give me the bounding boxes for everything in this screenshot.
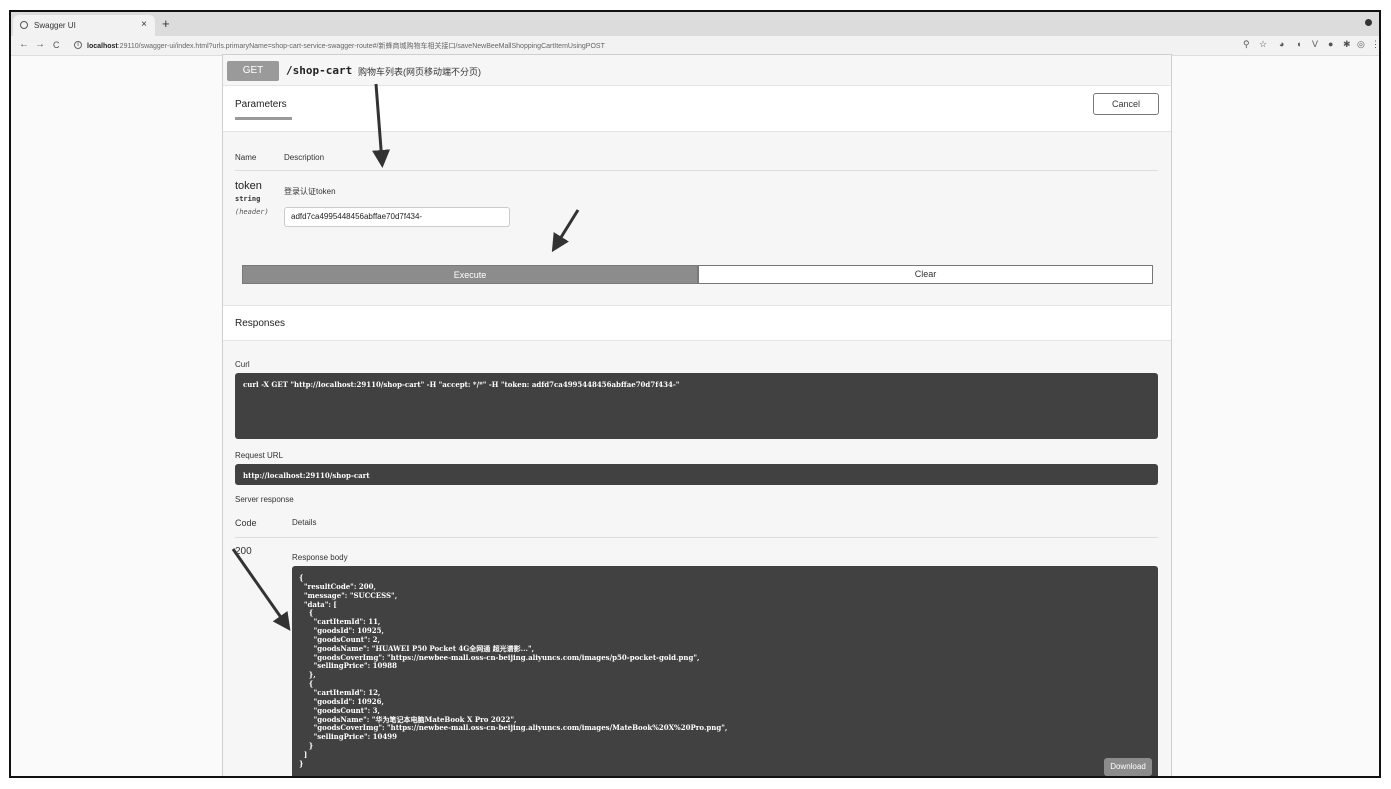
arrow-to-token bbox=[372, 83, 391, 168]
arrow-to-response bbox=[231, 548, 291, 631]
arrow-to-execute bbox=[551, 209, 580, 253]
annotation-arrows bbox=[231, 83, 580, 631]
browser-window: Swagger UI × + ← → C i localhost:29110/s… bbox=[9, 10, 1381, 778]
